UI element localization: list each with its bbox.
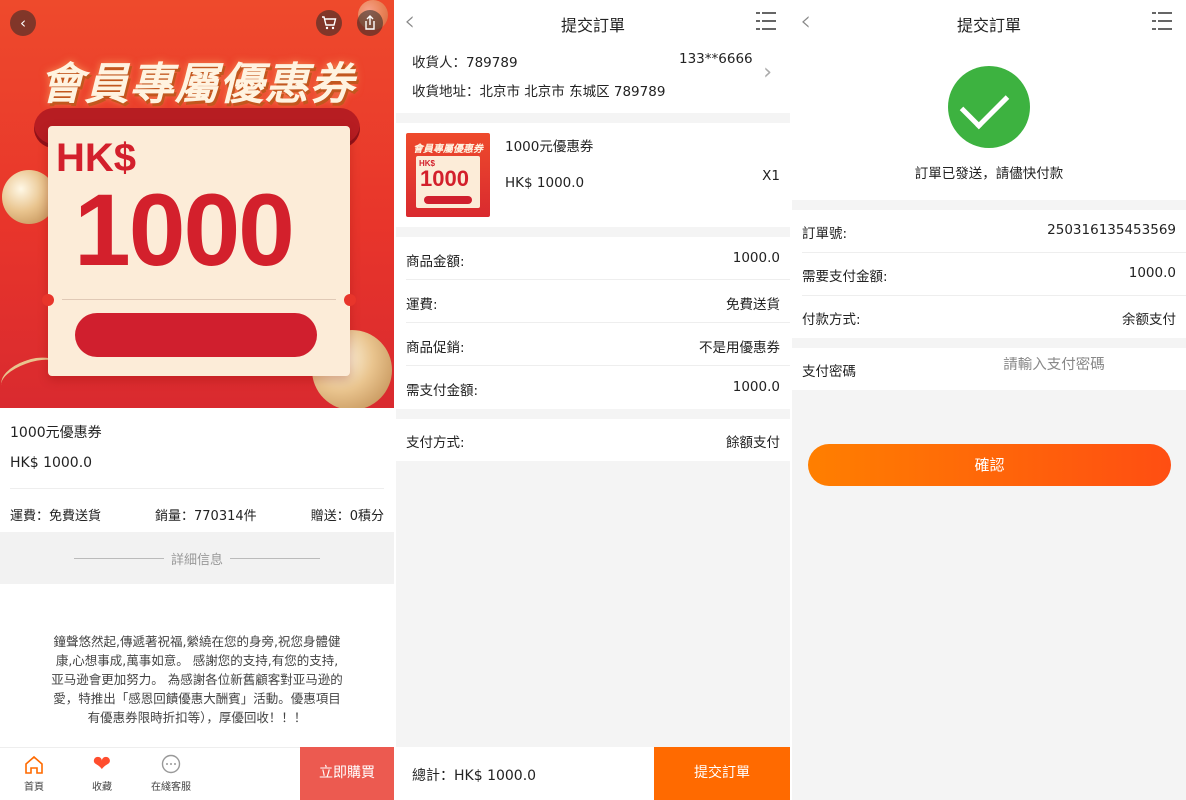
chevron-left-icon: ‹ <box>20 14 26 32</box>
order-item: 會員專屬優惠券 HK$ 1000 1000元優惠券 HK$ 1000.0 X1 <box>396 123 790 227</box>
receiver-name: 收貨人：789789 <box>412 55 518 71</box>
item-thumbnail: 會員專屬優惠券 HK$ 1000 <box>406 133 490 217</box>
coupon-card: HK$ 1000 <box>42 126 356 376</box>
sales-count: 銷量：770314件 <box>155 509 257 524</box>
password-row: 支付密碼 <box>792 348 1186 390</box>
payment-value: 餘額支付 <box>726 435 780 451</box>
summary-label: 商品金額: <box>406 254 465 270</box>
confirm-button[interactable]: 確認 <box>808 444 1171 486</box>
price-summary: 商品金額: 1000.0 運費: 免費送貨 商品促銷: 不是用優惠券 需支付金額… <box>396 237 790 409</box>
detail-label: 訂單號: <box>802 226 848 242</box>
nav-bar: ‹ 提交訂單 <box>792 0 1186 44</box>
tab-favorites[interactable]: ❤ 收藏 <box>72 752 132 793</box>
checkmark-icon <box>948 66 1030 148</box>
summary-value: 不是用優惠券 <box>699 340 780 356</box>
banner-title: 會員專屬優惠券 <box>39 59 355 110</box>
tab-home[interactable]: 首頁 <box>4 752 64 793</box>
order-footer: 總計：HK$ 1000.0 提交訂單 <box>396 747 790 800</box>
coupon-banner: 會員專屬優惠券 HK$ 1000 ‹ <box>0 0 394 408</box>
submit-order-page: ‹ 提交訂單 收貨人：789789 133**6666 收貨地址：北京市 北京市… <box>396 0 790 800</box>
payment-method-row[interactable]: 支付方式: 餘額支付 <box>396 419 790 461</box>
buy-now-button[interactable]: 立即購買 <box>300 747 394 800</box>
order-total: 總計：HK$ 1000.0 <box>412 768 537 784</box>
page-title: 提交訂單 <box>560 16 625 35</box>
back-button[interactable]: ‹ <box>10 10 36 36</box>
shipping-info: 運費：免費送貨 <box>10 509 102 524</box>
menu-list-icon[interactable] <box>756 12 776 30</box>
receiver-address: 收貨地址：北京市 北京市 东城区 789789 <box>412 84 666 100</box>
tab-label: 收藏 <box>92 782 112 793</box>
detail-label: 需要支付金額: <box>802 269 888 285</box>
heart-icon: ❤ <box>92 752 112 777</box>
payment-label: 支付方式: <box>406 435 465 451</box>
product-description: 鐘聲悠然起,傳遞著祝福,縈繞在您的身旁,祝您身體健康,心想事成,萬事如意。 感謝… <box>51 634 343 725</box>
coupon-pill <box>75 313 317 357</box>
summary-value: 1000.0 <box>732 250 780 266</box>
tab-label: 首頁 <box>24 782 44 793</box>
detail-label: 付款方式: <box>802 312 861 328</box>
points-info: 贈送：0積分 <box>310 509 384 524</box>
summary-value: 免費送貨 <box>726 297 780 313</box>
payment-method: 余额支付 <box>1122 312 1176 328</box>
menu-list-icon[interactable] <box>1152 12 1172 30</box>
product-name: 1000元優惠券 <box>10 425 102 441</box>
submit-order-button[interactable]: 提交訂單 <box>654 747 790 800</box>
chevron-right-icon: › <box>763 60 772 85</box>
detail-title: 詳細信息 <box>170 553 223 568</box>
order-sent-message: 訂單已發送，請儘快付款 <box>914 166 1064 182</box>
tab-customer-service[interactable]: 在綫客服 <box>141 752 201 793</box>
summary-label: 需支付金額: <box>406 383 479 399</box>
item-name: 1000元優惠券 <box>505 139 594 155</box>
order-sent-page: ‹ 提交訂單 訂單已發送，請儘快付款 訂單號: 250316135453569 … <box>792 0 1186 800</box>
cart-button[interactable] <box>316 10 342 36</box>
cart-icon <box>322 16 337 30</box>
tab-label: 在綫客服 <box>151 782 191 793</box>
payment-password-input[interactable] <box>942 357 1166 373</box>
order-details: 訂單號: 250316135453569 需要支付金額: 1000.0 付款方式… <box>792 210 1186 338</box>
summary-value: 1000.0 <box>732 379 780 395</box>
product-page: 會員專屬優惠券 HK$ 1000 ‹ 1000元優惠券 HK$ 1000.0 運… <box>0 0 394 800</box>
item-quantity: X1 <box>762 168 780 184</box>
password-label: 支付密碼 <box>802 364 856 380</box>
home-icon <box>4 752 64 778</box>
summary-label: 運費: <box>406 297 438 313</box>
summary-label: 商品促銷: <box>406 340 465 356</box>
receiver-phone: 133**6666 <box>679 51 753 67</box>
share-button[interactable] <box>357 10 383 36</box>
nav-bar: ‹ 提交訂單 <box>396 0 790 44</box>
share-icon <box>365 15 375 30</box>
amount-due: 1000.0 <box>1128 265 1176 281</box>
item-price: HK$ 1000.0 <box>505 175 585 191</box>
order-number: 250316135453569 <box>1047 222 1176 238</box>
success-section: 訂單已發送，請儘快付款 <box>792 44 1186 200</box>
coupon-amount: 1000 <box>74 173 295 287</box>
chat-icon <box>141 752 201 778</box>
page-title: 提交訂單 <box>956 16 1021 35</box>
product-price: HK$ 1000.0 <box>10 455 93 471</box>
